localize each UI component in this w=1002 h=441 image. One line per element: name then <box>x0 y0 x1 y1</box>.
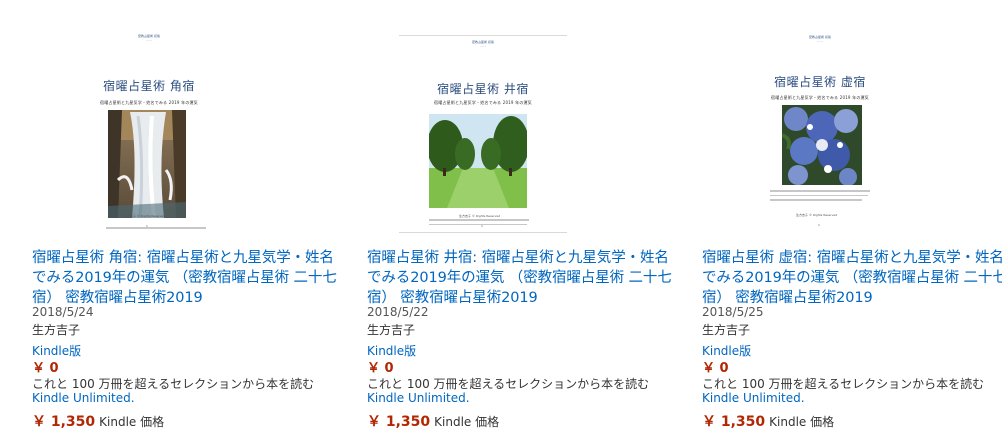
cover-page-number: 1 <box>481 224 483 228</box>
kindle-unlimited-link[interactable]: Kindle Unlimited. <box>367 391 470 405</box>
publish-date: 2018/5/25 <box>702 305 764 319</box>
book-title-link[interactable]: 宿曜占星術 井宿: 宿曜占星術と九星気学・姓名でみる2019年の運気 （密教宿曜… <box>367 248 679 308</box>
cover-photo-waterfall <box>108 110 186 218</box>
cover-page-number: 1 <box>146 224 148 228</box>
kindle-unlimited-link[interactable]: Kindle Unlimited. <box>702 391 805 405</box>
cover-header: 密教占星術 初版 - - - <box>138 34 160 42</box>
publish-date: 2018/5/22 <box>367 305 429 319</box>
price: ￥ 0 <box>702 361 729 376</box>
cover-subtitle: 宿曜占星術と九星気学・姓名でみる 2019 年の運気 <box>771 95 869 100</box>
kindle-unlimited-text: これと 100 万冊を超えるセレクションから本を読む <box>702 377 985 391</box>
kindle-price-label: Kindle 価格 <box>769 415 835 429</box>
publish-date: 2018/5/24 <box>32 305 94 319</box>
book-cover[interactable]: 密教占星術 初版 - - - 宿曜占星術 角宿 宿曜占星術と九星気学・姓名でみる… <box>64 32 234 232</box>
book-title-link[interactable]: 宿曜占星術 角宿: 宿曜占星術と九星気学・姓名でみる2019年の運気 （密教宿曜… <box>32 248 344 308</box>
cover-page-number: 1 <box>818 223 820 227</box>
cover-blurb <box>106 224 206 232</box>
cover-title: 宿曜占星術 角宿 <box>103 79 195 93</box>
book-author: 生方吉子 <box>702 323 751 337</box>
result-card: 密教占星術 初版 - - - 宿曜占星術 虚宿 宿曜占星術と九星気学・姓名でみる… <box>702 0 1002 441</box>
cover-subtitle: 宿曜占星術と九星気学・姓名でみる 2019 年の運気 <box>100 100 198 105</box>
kindle-price-value: ￥ 1,350 <box>702 414 766 430</box>
kindle-price-value: ￥ 1,350 <box>32 414 96 430</box>
cover-header: 密教占星術 初版 - - - <box>809 35 831 43</box>
kindle-unlimited-text: これと 100 万冊を超えるセレクションから本を読む <box>367 377 650 391</box>
kindle-unlimited-link[interactable]: Kindle Unlimited. <box>32 391 135 405</box>
result-card: 密教占星術 初版 - - - 宿曜占星術 井宿 宿曜占星術と九星気学・姓名でみる… <box>367 0 687 441</box>
kindle-price-label: Kindle 価格 <box>434 415 500 429</box>
cover-photo-trees <box>429 114 527 208</box>
cover-author: 生方吉子 © Rights Reserved <box>124 214 166 218</box>
cover-title: 宿曜占星術 虚宿 <box>774 75 866 89</box>
book-title-link[interactable]: 宿曜占星術 虚宿: 宿曜占星術と九星気学・姓名でみる2019年の運気 （密教宿曜… <box>702 248 1002 308</box>
cover-author: 生方吉子 © Rights Reserved <box>459 214 501 218</box>
book-author: 生方吉子 <box>32 323 81 337</box>
kindle-price: ￥ 1,350 Kindle 価格 <box>702 411 834 431</box>
cover-photo-hydrangea <box>782 105 862 185</box>
price: ￥ 0 <box>32 361 59 376</box>
cover-author: 生方吉子 © Rights Reserved <box>796 213 838 217</box>
cover-title: 宿曜占星術 井宿 <box>437 82 529 96</box>
book-cover[interactable]: 密教占星術 初版 - - - 宿曜占星術 虚宿 宿曜占星術と九星気学・姓名でみる… <box>736 35 904 231</box>
result-card: 密教占星術 初版 - - - 宿曜占星術 角宿 宿曜占星術と九星気学・姓名でみる… <box>32 0 352 441</box>
cover-blurb <box>770 187 870 204</box>
price: ￥ 0 <box>367 361 394 376</box>
kindle-unlimited-text: これと 100 万冊を超えるセレクションから本を読む <box>32 377 315 391</box>
cover-header: 密教占星術 初版 - - - <box>472 40 494 48</box>
kindle-price: ￥ 1,350 Kindle 価格 <box>32 411 164 431</box>
book-author: 生方吉子 <box>367 323 416 337</box>
kindle-price-value: ￥ 1,350 <box>367 414 431 430</box>
kindle-price: ￥ 1,350 Kindle 価格 <box>367 411 499 431</box>
kindle-price-label: Kindle 価格 <box>99 415 165 429</box>
book-cover[interactable]: 密教占星術 初版 - - - 宿曜占星術 井宿 宿曜占星術と九星気学・姓名でみる… <box>399 35 567 233</box>
cover-subtitle: 宿曜占星術と九星気学・姓名でみる 2019 年の運気 <box>434 100 532 105</box>
